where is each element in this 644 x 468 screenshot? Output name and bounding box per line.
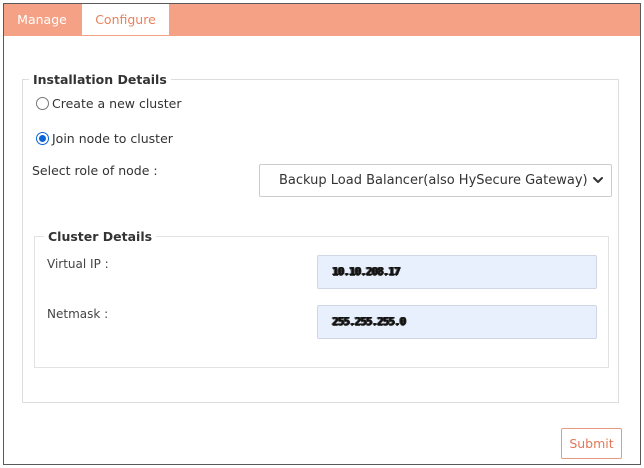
cluster-details-legend: Cluster Details	[48, 229, 153, 244]
netmask-label: Netmask :	[47, 307, 109, 321]
node-role-label: Select role of node :	[32, 163, 158, 178]
netmask-value: 255.255.255.0	[332, 315, 406, 328]
netmask-input[interactable]: 255.255.255.0	[317, 305, 597, 339]
create-cluster-option[interactable]: Create a new cluster	[36, 96, 181, 111]
tab-manage[interactable]: Manage	[4, 4, 80, 35]
join-cluster-label: Join node to cluster	[52, 131, 173, 146]
virtual-ip-input[interactable]: 10.10.208.17	[317, 255, 597, 289]
chevron-down-icon	[593, 177, 603, 183]
join-cluster-option[interactable]: Join node to cluster	[36, 131, 173, 146]
tab-divider	[4, 35, 640, 36]
submit-button[interactable]: Submit	[561, 428, 622, 459]
virtual-ip-label: Virtual IP :	[47, 257, 109, 271]
node-role-select[interactable]: Backup Load Balancer(also HySecure Gatew…	[259, 164, 612, 197]
virtual-ip-value: 10.10.208.17	[332, 265, 400, 278]
installation-details-legend: Installation Details	[33, 72, 167, 87]
tab-configure[interactable]: Configure	[82, 4, 169, 35]
cluster-details-group: Cluster Details	[34, 229, 609, 368]
tab-bar: Manage Configure	[4, 4, 640, 35]
join-cluster-radio[interactable]	[36, 132, 49, 145]
create-cluster-label: Create a new cluster	[52, 96, 182, 111]
create-cluster-radio[interactable]	[36, 97, 49, 110]
node-role-value: Backup Load Balancer(also HySecure Gatew…	[279, 173, 588, 188]
